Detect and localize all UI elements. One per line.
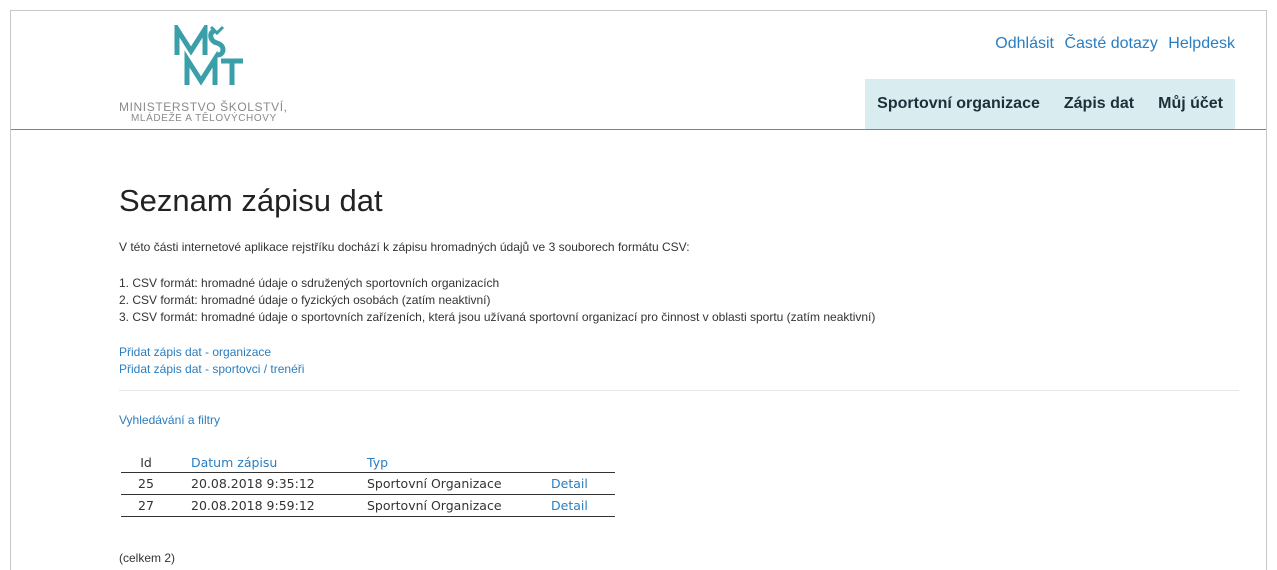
faq-link[interactable]: Časté dotazy [1064,35,1157,52]
divider [119,390,1239,391]
cell-type: Sportovní Organizace [361,472,547,495]
cell-date: 20.08.2018 9:35:12 [171,472,361,495]
helpdesk-link[interactable]: Helpdesk [1168,35,1235,52]
detail-link[interactable]: Detail [547,498,588,513]
main-nav: Sportovní organizace Zápis dat Můj účet [865,79,1235,129]
add-athletes-coaches-entry-link[interactable]: Přidat zápis dat - sportovci / trenéři [119,361,304,378]
detail-link[interactable]: Detail [547,476,588,491]
csv-format-item: 3. CSV formát: hromadné údaje o sportovn… [119,310,876,324]
intro-text: V této části internetové aplikace rejstř… [119,240,690,254]
column-header-type[interactable]: Typ [361,454,547,473]
page-title: Seznam zápisu dat [119,183,383,218]
nav-sport-organizations[interactable]: Sportovní organizace [865,79,1052,129]
nav-my-account[interactable]: Můj účet [1146,79,1235,129]
add-organization-entry-link[interactable]: Přidat zápis dat - organizace [119,344,304,361]
cell-detail: Detail [547,494,615,517]
csv-format-list: 1. CSV formát: hromadné údaje o sdružený… [119,275,875,326]
column-header-detail [547,454,615,473]
nav-data-entry[interactable]: Zápis dat [1051,79,1147,129]
cell-id: 25 [121,472,171,495]
column-header-id: Id [121,454,171,473]
msmt-logo[interactable]: MINISTERSTVO ŠKOLSTVÍ, MLÁDEŽE A TĚLOVÝC… [119,25,329,125]
column-header-date[interactable]: Datum zápisu [171,454,361,473]
header: MINISTERSTVO ŠKOLSTVÍ, MLÁDEŽE A TĚLOVÝC… [11,11,1266,130]
csv-format-item: 1. CSV formát: hromadné údaje o sdružený… [119,276,500,290]
total-count: (celkem 2) [119,551,176,565]
entries-table: Id Datum zápisu Typ 25 20.08.2018 9:35:1… [121,454,615,517]
top-links: Odhlásit Časté dotazy Helpdesk [989,35,1235,53]
table-row: 27 20.08.2018 9:59:12 Sportovní Organiza… [121,494,615,517]
logout-link[interactable]: Odhlásit [995,35,1054,52]
cell-detail: Detail [547,472,615,495]
search-filters-link[interactable]: Vyhledávání a filtry [119,413,220,427]
page: MINISTERSTVO ŠKOLSTVÍ, MLÁDEŽE A TĚLOVÝC… [10,10,1267,570]
logo-text-line2: MLÁDEŽE A TĚLOVÝCHOVY [131,113,277,124]
cell-date: 20.08.2018 9:59:12 [171,494,361,517]
cell-id: 27 [121,494,171,517]
logo-text-line1: MINISTERSTVO ŠKOLSTVÍ, [119,100,288,114]
msmt-logo-mark-icon [174,25,243,86]
csv-format-item: 2. CSV formát: hromadné údaje o fyzickýc… [119,293,491,307]
table-header-row: Id Datum zápisu Typ [121,454,615,473]
add-links: Přidat zápis dat - organizace Přidat záp… [119,344,304,378]
cell-type: Sportovní Organizace [361,494,547,517]
table-row: 25 20.08.2018 9:35:12 Sportovní Organiza… [121,472,615,495]
